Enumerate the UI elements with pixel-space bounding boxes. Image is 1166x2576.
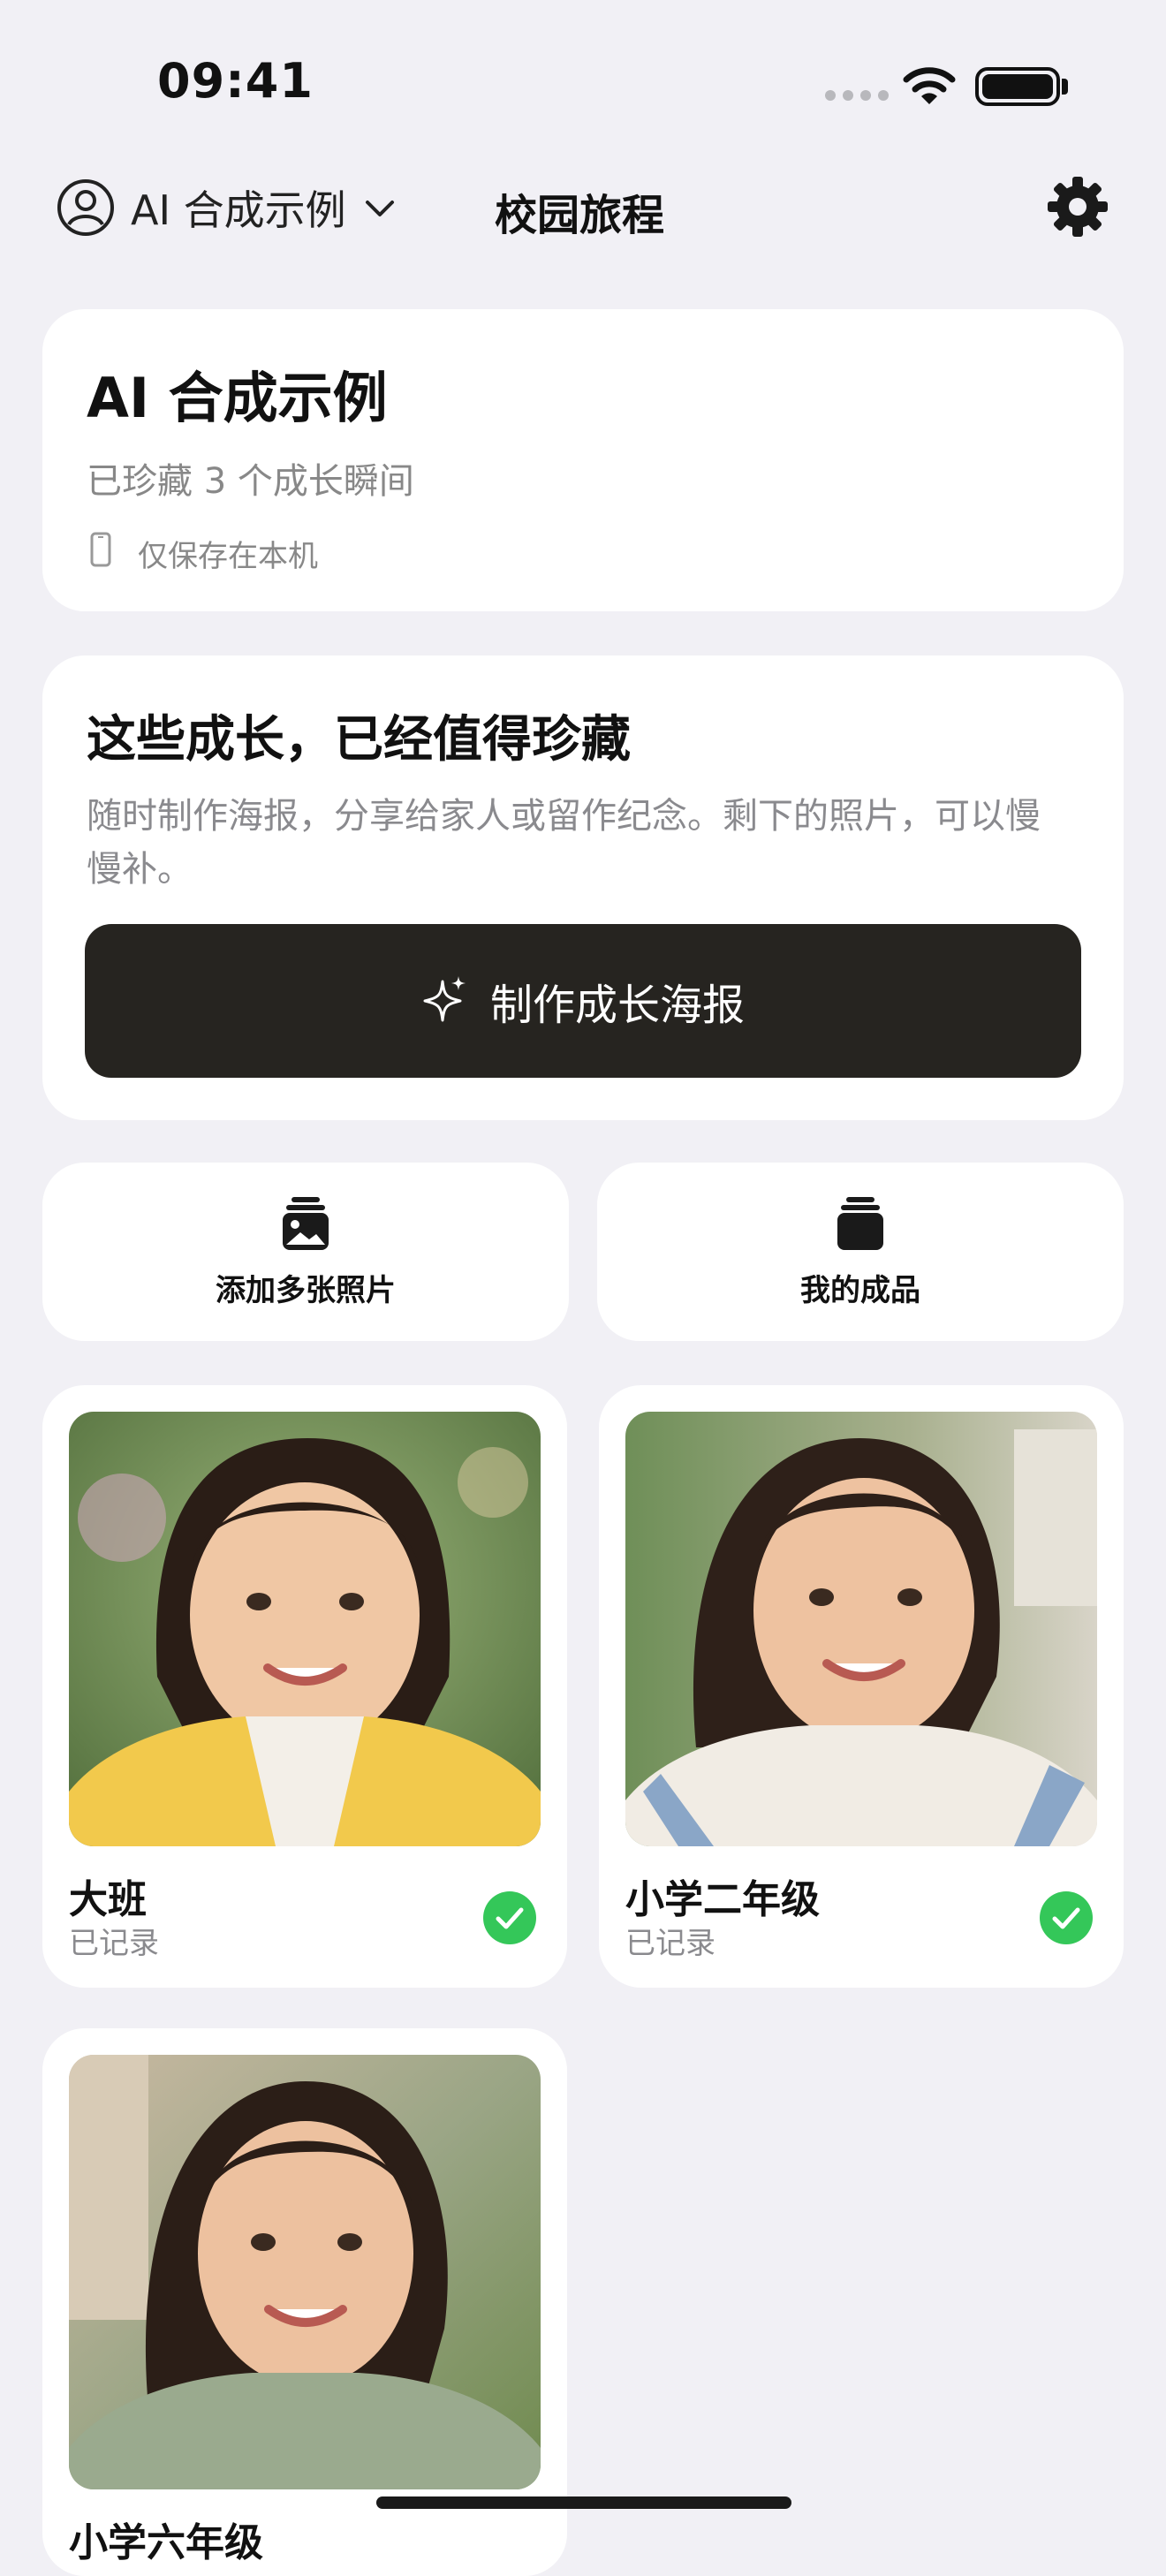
battery-icon — [975, 67, 1060, 106]
user-circle-icon — [57, 179, 114, 236]
home-indicator[interactable] — [376, 2496, 791, 2509]
make-poster-label: 制作成长海报 — [489, 981, 745, 1030]
child-photo — [69, 1412, 541, 1846]
storage-note: 仅保存在本机 — [138, 539, 318, 574]
child-photo — [69, 2055, 541, 2489]
make-poster-button[interactable]: 制作成长海报 — [85, 924, 1081, 1078]
photo-stack-icon — [283, 1196, 329, 1250]
portrait-image — [69, 2055, 541, 2489]
checkmark-circle-icon — [1040, 1891, 1093, 1944]
phone-icon — [90, 532, 111, 567]
photo-card[interactable]: 小学二年级 已记录 — [599, 1385, 1124, 1988]
battery-cap — [1062, 79, 1068, 95]
photo-card[interactable]: 小学六年级 — [42, 2028, 567, 2576]
record-status: 已记录 — [625, 1926, 716, 1961]
wifi-icon — [903, 67, 956, 104]
my-creations-label: 我的成品 — [800, 1272, 920, 1308]
page-title: 校园旅程 — [495, 191, 665, 240]
promo-title: 这些成长，已经值得珍藏 — [87, 711, 631, 769]
record-status: 已记录 — [69, 1926, 159, 1961]
profile-name: AI 合成示例 — [131, 186, 346, 234]
promo-body: 随时制作海报，分享给家人或留作纪念。剩下的照片，可以慢慢补。 — [87, 796, 1041, 890]
summary-subtitle: 已珍藏 3 个成长瞬间 — [87, 461, 414, 502]
profile-switcher-button[interactable]: AI 合成示例 — [57, 173, 398, 242]
chevron-down-icon — [365, 201, 394, 216]
status-time: 09:41 — [157, 53, 314, 109]
grade-label: 小学二年级 — [625, 1877, 820, 1922]
photo-card[interactable]: 大班 已记录 — [42, 1385, 567, 1988]
grade-label: 小学六年级 — [69, 2520, 263, 2565]
add-photos-label: 添加多张照片 — [216, 1272, 396, 1308]
portrait-image — [625, 1412, 1097, 1846]
grade-label: 大班 — [69, 1877, 147, 1922]
add-photos-button[interactable]: 添加多张照片 — [42, 1163, 569, 1341]
portrait-image — [69, 1412, 541, 1846]
checkmark-circle-icon — [483, 1891, 536, 1944]
my-creations-button[interactable]: 我的成品 — [597, 1163, 1124, 1341]
gear-icon[interactable] — [1046, 175, 1109, 239]
stack-icon — [837, 1196, 883, 1250]
summary-title: AI 合成示例 — [87, 366, 388, 430]
cellular-signal-icon — [825, 90, 889, 101]
child-photo — [625, 1412, 1097, 1846]
sparkles-icon — [423, 976, 466, 1022]
